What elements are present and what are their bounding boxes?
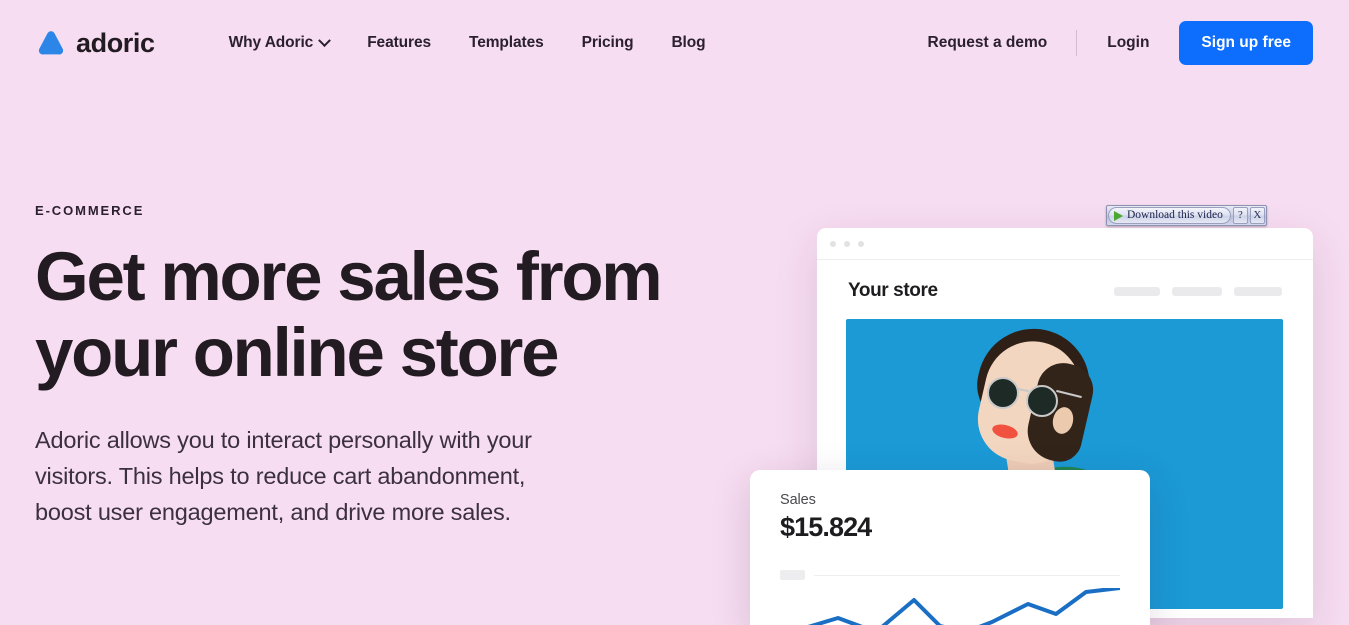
- sign-up-free-button[interactable]: Sign up free: [1179, 21, 1313, 65]
- nav-item-templates[interactable]: Templates: [469, 34, 544, 52]
- play-triangle-icon: [1114, 210, 1123, 221]
- close-icon-button[interactable]: X: [1249, 207, 1265, 224]
- download-this-video-label: Download this video: [1127, 208, 1223, 221]
- store-nav-placeholders: [1114, 286, 1282, 296]
- brand-logo-link[interactable]: adoric: [36, 28, 155, 58]
- store-title: Your store: [848, 280, 938, 301]
- login-link[interactable]: Login: [1077, 34, 1179, 52]
- top-navigation-bar: adoric Why Adoric Features Templates Pri…: [0, 0, 1349, 86]
- nav-item-features-label: Features: [367, 34, 431, 51]
- download-video-overlay: Download this video ? X: [1106, 205, 1267, 226]
- sales-card-divider-row: [780, 570, 1120, 580]
- download-this-video-button[interactable]: Download this video: [1108, 207, 1231, 224]
- hero-copy-block: E-COMMERCE Get more sales from your onli…: [35, 203, 695, 530]
- store-header: Your store: [817, 260, 1313, 302]
- primary-nav-links: Why Adoric Features Templates Pricing Bl…: [228, 33, 706, 52]
- page-title: Get more sales from your online store: [35, 238, 663, 391]
- store-nav-placeholder-1: [1114, 286, 1160, 296]
- chevron-down-icon: [318, 33, 332, 47]
- nav-item-why-adoric[interactable]: Why Adoric: [228, 33, 332, 52]
- hero-subtitle: Adoric allows you to interact personally…: [35, 427, 532, 525]
- request-demo-link[interactable]: Request a demo: [928, 34, 1077, 52]
- nav-item-features[interactable]: Features: [367, 34, 431, 52]
- secondary-nav-actions: Request a demo Login Sign up free: [928, 21, 1313, 65]
- sunglasses-left-lens-icon: [987, 377, 1019, 409]
- sales-label: Sales: [780, 492, 816, 508]
- sales-stat-card: Sales $15.824: [750, 470, 1150, 625]
- sunglasses-right-lens-icon: [1026, 385, 1058, 417]
- adoric-triangle-logo-icon: [38, 31, 64, 55]
- nav-item-templates-label: Templates: [469, 34, 544, 51]
- browser-chrome-bar: [817, 228, 1313, 260]
- sales-primary-metric: Sales $15.824: [780, 492, 945, 543]
- nav-item-pricing-label: Pricing: [581, 34, 634, 51]
- sales-axis-tick-placeholder: [780, 570, 805, 580]
- window-dot-minimize-icon: [844, 240, 850, 247]
- nav-item-blog[interactable]: Blog: [671, 34, 705, 52]
- nav-item-why-adoric-label: Why Adoric: [228, 34, 314, 51]
- sales-sparkline-chart: [807, 588, 1120, 625]
- window-dot-maximize-icon: [858, 240, 864, 247]
- store-nav-placeholder-2: [1172, 286, 1222, 296]
- nav-item-pricing[interactable]: Pricing: [582, 34, 634, 52]
- sales-value: $15.824: [780, 512, 872, 542]
- hero-eyebrow-label: E-COMMERCE: [35, 203, 145, 218]
- window-dot-close-icon: [830, 240, 836, 247]
- page-root: adoric Why Adoric Features Templates Pri…: [0, 0, 1349, 625]
- sales-card-row: Sales $15.824: [780, 492, 1120, 543]
- sales-divider-line: [814, 574, 1120, 576]
- nav-item-blog-label: Blog: [671, 34, 706, 51]
- brand-name-text: adoric: [76, 27, 155, 58]
- help-icon-button[interactable]: ?: [1232, 207, 1248, 224]
- store-nav-placeholder-3: [1234, 286, 1282, 296]
